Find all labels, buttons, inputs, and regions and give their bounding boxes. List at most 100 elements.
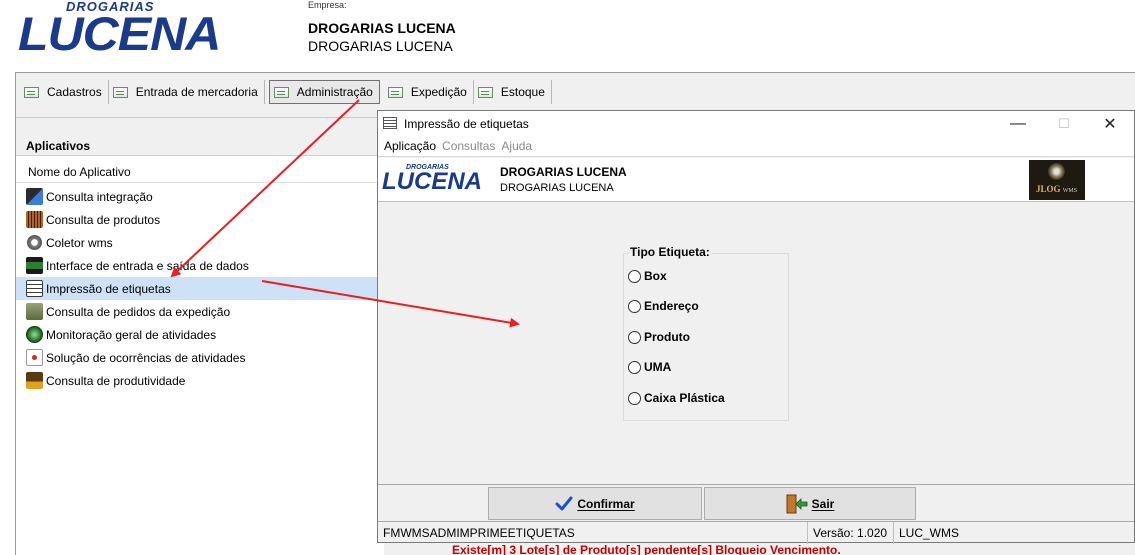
module-icon	[387, 86, 403, 98]
lucena-logo: DROGARIAS LUCENA	[382, 162, 486, 198]
productivity-chart-icon	[26, 372, 43, 389]
checkmark-icon	[555, 496, 573, 510]
app-item-label: Monitoração geral de atividades	[46, 327, 217, 342]
integration-icon	[26, 188, 43, 205]
apps-column-header[interactable]: Nome do Aplicativo	[16, 161, 384, 183]
app-item-consulta-produtividade[interactable]: Consulta de produtividade	[16, 369, 384, 392]
app-item-coletor-wms[interactable]: Coletor wms	[16, 231, 384, 254]
module-icon	[273, 86, 289, 98]
lucena-logo: DROGARIAS LUCENA	[18, 2, 228, 60]
app-item-impressao-etiquetas[interactable]: Impressão de etiquetas	[16, 277, 384, 300]
app-item-monitoracao[interactable]: Monitoração geral de atividades	[16, 323, 384, 346]
status-bar: FMWMSADMIMPRIMEETIQUETAS Versão: 1.020 L…	[378, 521, 1134, 544]
tab-estoque[interactable]: Estoque	[474, 80, 552, 104]
warning-message: Existe[m] 3 Lote[s] de Produto[s] penden…	[452, 543, 841, 555]
radio-circle[interactable]	[628, 299, 641, 313]
menu-aplicacao[interactable]: Aplicação	[384, 139, 436, 153]
button-bar: Confirmar Sair	[378, 484, 1134, 520]
radio-box[interactable]: Box	[628, 269, 667, 283]
tab-label: Administração	[296, 85, 373, 99]
tab-label: Expedição	[410, 85, 467, 99]
exit-button[interactable]: Sair	[704, 487, 916, 520]
maximize-button[interactable]: ☐	[1041, 111, 1087, 136]
company-subtitle: DROGARIAS LUCENA	[500, 182, 614, 194]
jlog-wordmark: JLOG WMS	[1036, 184, 1078, 194]
radar-icon	[26, 326, 43, 343]
exit-door-icon	[786, 494, 808, 513]
module-icon	[112, 86, 128, 98]
app-item-consulta-pedidos[interactable]: Consulta de pedidos da expedição	[16, 300, 384, 323]
radio-circle[interactable]	[628, 330, 641, 344]
app-header: DROGARIAS LUCENA Empresa: DROGARIAS LUCE…	[0, 0, 1135, 72]
app-item-label: Consulta integração	[46, 189, 153, 204]
apps-panel-title: Aplicativos	[16, 136, 384, 156]
barcode-icon	[26, 211, 43, 228]
app-item-label: Solução de ocorrências de atividades	[46, 350, 246, 365]
tab-administracao[interactable]: Administração	[268, 80, 380, 104]
radio-circle[interactable]	[628, 360, 641, 374]
module-icon	[24, 86, 39, 98]
company-subtitle: DROGARIAS LUCENA	[308, 38, 453, 54]
confirm-button[interactable]: Confirmar	[488, 487, 702, 520]
window-title: Impressão de etiquetas	[404, 117, 529, 131]
radio-uma[interactable]: UMA	[628, 360, 671, 374]
app-item-interface-dados[interactable]: Interface de entrada e saída de dados	[16, 254, 384, 277]
exit-label: Sair	[811, 496, 835, 511]
label-type-group: Tipo Etiqueta: Box Endereço Produto UMA …	[623, 245, 789, 421]
window-header: DROGARIAS LUCENA DROGARIAS LUCENA DROGAR…	[378, 158, 1134, 202]
radio-produto[interactable]: Produto	[628, 330, 690, 344]
orders-icon	[26, 303, 43, 320]
tab-expedicao[interactable]: Expedição	[384, 80, 474, 104]
radio-label: Box	[644, 269, 667, 283]
status-version: Versão: 1.020	[808, 521, 894, 544]
app-item-label: Interface de entrada e saída de dados	[46, 258, 249, 273]
status-system: LUC_WMS	[899, 525, 960, 540]
radio-circle[interactable]	[628, 269, 641, 283]
menu-ajuda[interactable]: Ajuda	[501, 139, 532, 153]
status-form-name: FMWMSADMIMPRIMEETIQUETAS	[378, 521, 808, 544]
first-aid-icon	[26, 349, 43, 366]
radio-label: UMA	[644, 360, 672, 374]
logo-wordmark: LUCENA	[382, 168, 482, 195]
app-item-label: Consulta de pedidos da expedição	[46, 304, 231, 319]
radio-label: Produto	[644, 330, 690, 344]
radio-caixa-plastica[interactable]: Caixa Plástica	[628, 391, 725, 405]
company-caption: Empresa:	[308, 0, 347, 10]
app-item-consulta-produtos[interactable]: Consulta de produtos	[16, 208, 384, 231]
company-name: DROGARIAS LUCENA	[500, 165, 627, 179]
logo-wordmark: LUCENA	[18, 7, 221, 60]
gears-icon	[26, 234, 43, 251]
tab-entrada-de-mercadoria[interactable]: Entrada de mercadoria	[109, 80, 265, 104]
radio-label: Caixa Plástica	[644, 391, 725, 405]
tab-cadastros[interactable]: Cadastros	[20, 80, 109, 104]
menu-bar: Aplicação Consultas Ajuda	[378, 136, 1134, 157]
window-form-icon	[383, 117, 397, 129]
apps-list: Consulta integração Consulta de produtos…	[16, 185, 384, 392]
label-printing-window: Impressão de etiquetas — ☐ ✕ Aplicação C…	[377, 110, 1135, 544]
module-icon	[477, 86, 493, 98]
app-item-consulta-integracao[interactable]: Consulta integração	[16, 185, 384, 208]
tab-label: Entrada de mercadoria	[135, 85, 258, 99]
tab-label: Estoque	[500, 85, 545, 99]
app-item-label: Consulta de produtividade	[46, 373, 186, 388]
app-item-label: Impressão de etiquetas	[46, 281, 171, 296]
label-type-title: Tipo Etiqueta:	[629, 245, 711, 259]
close-button[interactable]: ✕	[1087, 111, 1133, 136]
radio-circle[interactable]	[628, 391, 641, 405]
jlog-badge-icon	[1048, 163, 1065, 180]
menu-consultas[interactable]: Consultas	[442, 139, 495, 153]
apps-panel: Aplicativos Nome do Aplicativo Consulta …	[16, 136, 384, 555]
confirm-label: Confirmar	[577, 496, 635, 511]
module-tabs: Cadastros Entrada de mercadoria Administ…	[16, 75, 552, 109]
radio-endereco[interactable]: Endereço	[628, 299, 699, 313]
app-item-solucao-ocorrencias[interactable]: Solução de ocorrências de atividades	[16, 346, 384, 369]
app-item-label: Consulta de produtos	[46, 212, 161, 227]
jlog-logo: JLOG WMS	[1029, 160, 1085, 200]
window-titlebar[interactable]: Impressão de etiquetas — ☐ ✕	[378, 111, 1134, 136]
company-name: DROGARIAS LUCENA	[308, 20, 456, 36]
app-item-label: Coletor wms	[46, 235, 113, 250]
radio-label: Endereço	[644, 299, 699, 313]
labels-icon	[26, 280, 43, 297]
interface-icon	[26, 257, 43, 274]
minimize-button[interactable]: —	[995, 111, 1041, 136]
